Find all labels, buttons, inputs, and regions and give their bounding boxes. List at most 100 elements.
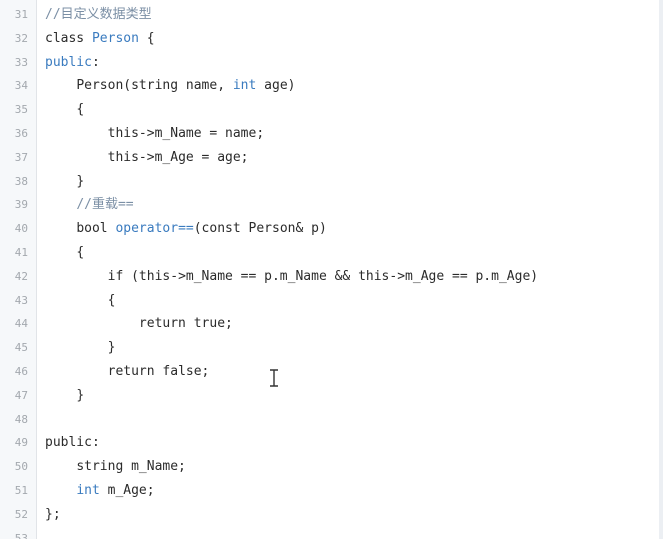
code-line[interactable]: 49 public: [0,431,663,455]
code-token: age) [256,78,296,94]
code-text: } [45,336,116,360]
code-text: class Person { [45,27,155,51]
code-token: } [76,173,85,189]
code-line[interactable]: 37 this->m_Age = age; [0,146,663,170]
code-line[interactable]: 44 return true; [0,312,663,336]
code-token: { [76,102,85,118]
code-line[interactable]: 52}; [0,503,663,527]
code-lines: 31//目定义数据类型 32 class Person {33 public: 34 P… [0,3,663,539]
code-line[interactable]: 40 bool operator==(const Person& p) [0,217,663,241]
code-text: public: [45,51,100,75]
line-number: 49 [14,436,28,450]
code-line[interactable]: 36 this->m_Name = name; [0,122,663,146]
code-text: { [45,98,84,122]
code-text: } [45,384,84,408]
code-line[interactable]: 39 //重载== [0,193,663,217]
code-text: int m_Age; [45,479,155,503]
code-line[interactable]: 45 } [0,336,663,360]
line-number: 44 [14,317,28,331]
code-token: m_Age; [99,482,155,498]
line-number: 31 [14,8,28,21]
code-line[interactable]: 35 { [0,98,663,122]
line-number: 41 [14,245,28,259]
code-text: public: [45,431,100,455]
code-token: { [138,30,155,46]
code-token: : [91,54,100,70]
code-editor[interactable]: 31//目定义数据类型 32 class Person {33 public: 34 P… [0,0,663,539]
code-text: bool operator==(const Person& p) [45,217,327,241]
code-text: Person(string name, int age) [45,74,295,98]
code-line[interactable]: 38 } [0,170,663,194]
code-token: operator== [115,221,194,237]
code-text: if (this->m_Name == p.m_Name && this->m_… [45,265,538,289]
code-line[interactable]: 51 int m_Age; [0,479,663,503]
line-number: 33 [14,55,28,69]
line-number: 38 [14,174,28,188]
line-number: 50 [14,460,28,474]
code-text: this->m_Age = age; [45,146,249,170]
code-token: { [76,244,85,260]
code-line[interactable]: 42 if (this->m_Name == p.m_Name && this-… [0,265,663,289]
code-text: this->m_Name = name; [45,122,265,146]
line-number: 52 [14,507,28,521]
code-line[interactable]: 34 Person(string name, int age) [0,74,663,98]
code-line[interactable]: 46 return false; [0,360,663,384]
code-text: } [45,170,84,194]
line-number: 39 [14,198,28,212]
code-line[interactable]: 47 } [0,384,663,408]
code-text: string m_Name; [45,455,186,479]
code-line[interactable]: 41 { [0,241,663,265]
code-token: }; [45,506,61,522]
code-token: public [45,54,92,70]
code-token: } [107,340,116,356]
code-text: return false; [45,360,210,384]
code-token: class [45,30,92,46]
line-number: 32 [14,31,28,45]
code-text: { [45,289,116,313]
code-text: //重载== [45,193,133,217]
code-token: return true; [138,316,233,332]
line-number: 36 [14,126,28,140]
code-token: //目定义数据类型 [45,7,152,22]
line-number: 43 [14,293,28,307]
code-line[interactable]: 32 class Person { [0,27,663,51]
line-number: 35 [14,103,28,117]
line-number: 42 [14,269,28,283]
code-token: int [76,482,100,498]
line-number: 34 [14,79,28,93]
code-line[interactable]: 31 //目定义数据类型 [0,3,663,27]
code-line[interactable]: 33 public: [0,51,663,75]
line-number: 40 [14,222,28,236]
code-token: return false; [107,363,210,379]
code-token: { [107,292,116,308]
code-text: return true; [45,312,233,336]
code-line[interactable]: 48 [0,408,663,432]
code-line[interactable]: 53 [0,527,663,539]
code-token: this->m_Age = age; [107,149,249,165]
code-line[interactable]: 50 string m_Name; [0,455,663,479]
code-token: public: [45,435,100,451]
code-line[interactable]: 43 { [0,289,663,313]
code-token: int [232,78,257,94]
line-number: 53 [14,531,28,539]
code-token: if (this->m_Name == p.m_Name && this->m_… [107,268,539,284]
line-number: 45 [14,341,28,355]
line-number: 51 [14,483,28,497]
code-token: (const Person& p) [193,221,327,237]
code-token: Person [91,30,139,46]
code-text: }; [45,503,61,527]
code-text: //目定义数据类型 [45,3,152,27]
code-token: this->m_Name = name; [107,125,265,141]
